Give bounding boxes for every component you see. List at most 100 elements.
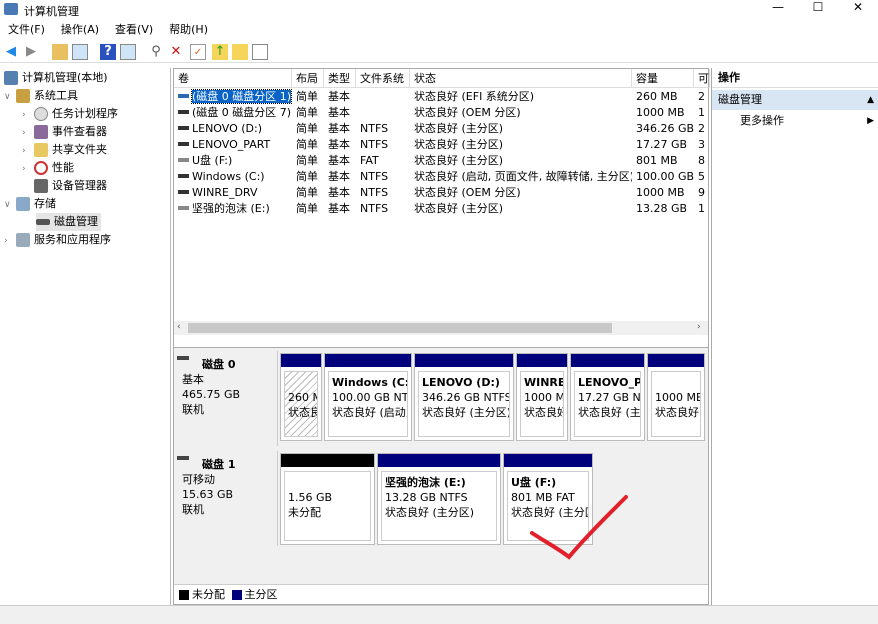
menu-view[interactable]: 查看(V) [115, 20, 153, 40]
cell-text: 260 MB [636, 90, 678, 103]
cell: 13.28 GB [632, 201, 694, 217]
cell-text: 基本 [328, 106, 350, 119]
minimize-button[interactable]: — [758, 0, 798, 20]
import-icon[interactable]: ↑ [212, 44, 228, 60]
partition-block[interactable]: LENOVO (D:) 346.26 GB NTFS 状态良好 (主分区) [414, 353, 514, 441]
disk-type: 基本 [182, 373, 204, 386]
scrollbar-thumb[interactable] [188, 323, 612, 333]
up-folder-icon[interactable] [52, 44, 68, 60]
cell-text: 基本 [328, 122, 350, 135]
chevron-right-icon[interactable]: ▶ [867, 112, 874, 130]
tree-item-root[interactable]: 计算机管理(本地) [4, 69, 108, 87]
menu-help[interactable]: 帮助(H) [169, 20, 208, 40]
partition-block[interactable]: 1.56 GB 未分配 [280, 453, 375, 545]
tree-item-device-manager[interactable]: 设备管理器 [34, 177, 107, 195]
tree-item-services[interactable]: › 服务和应用程序 [4, 231, 111, 249]
partition-status: 状态良 [288, 406, 318, 419]
volume-row[interactable]: WINRE_DRV 简单 基本 NTFS 状态良好 (OEM 分区) 1000 MB 9 [174, 185, 710, 201]
column-header-filesystem[interactable]: 文件系统 [356, 69, 410, 88]
cell-text: 基本 [328, 202, 350, 215]
show-hide-action-pane-icon[interactable] [120, 44, 136, 60]
cell-text: 13.28 GB [636, 202, 688, 215]
partition-block[interactable]: LENOVO_PA 17.27 GB NT 状态良好 (主: [570, 353, 645, 441]
volume-row[interactable]: LENOVO_PART 简单 基本 NTFS 状态良好 (主分区) 17.27 GB 3 [174, 137, 710, 153]
actions-section-label: 磁盘管理 [718, 93, 762, 106]
chevron-right-icon[interactable]: › [22, 160, 34, 178]
tree-label: 任务计划程序 [52, 107, 118, 120]
properties-icon[interactable]: ✓ [190, 44, 206, 60]
list-view-icon[interactable] [252, 44, 268, 60]
chevron-right-icon[interactable]: › [4, 232, 16, 250]
scroll-left-icon[interactable]: ‹ [177, 322, 181, 332]
volume-row[interactable]: 坚强的泡沫 (E:) 简单 基本 NTFS 状态良好 (主分区) 13.28 GB 1 [174, 201, 710, 217]
maximize-button[interactable]: ☐ [798, 0, 838, 20]
collapse-up-icon[interactable]: ▲ [867, 90, 874, 110]
cell-text: NTFS [360, 170, 389, 183]
partition-block[interactable]: 坚强的泡沫 (E:) 13.28 GB NTFS 状态良好 (主分区) [377, 453, 501, 545]
partition-status: 状态良好 [524, 406, 564, 419]
column-header-layout[interactable]: 布局 [292, 69, 324, 88]
disk-label[interactable]: 磁盘 1 可移动 15.63 GB 联机 [175, 451, 278, 546]
column-header-status[interactable]: 状态 [410, 69, 632, 88]
horizontal-scrollbar[interactable]: ‹ › [174, 321, 708, 335]
partition-size: 346.26 GB NTFS [422, 391, 510, 404]
cell: 状态良好 (主分区) [410, 201, 632, 217]
volume-icon [178, 94, 189, 98]
tree-item-disk-management[interactable]: 磁盘管理 [36, 213, 101, 231]
menu-action[interactable]: 操作(A) [61, 20, 99, 40]
partition-block[interactable]: Windows (C:) 100.00 GB NTF 状态良好 (启动, [324, 353, 412, 441]
cell: U盘 (F:) [174, 153, 292, 169]
show-hide-tree-icon[interactable] [72, 44, 88, 60]
tree-item-task-scheduler[interactable]: › 任务计划程序 [22, 105, 118, 123]
partition-status: 未分配 [288, 506, 321, 519]
cell: (磁盘 0 磁盘分区 1) [174, 89, 292, 105]
tree-item-storage[interactable]: ∨ 存储 [4, 195, 56, 213]
cell-text: 346.26 GB [636, 122, 694, 135]
cell: 1 [694, 201, 710, 217]
menu-file[interactable]: 文件(F) [8, 20, 45, 40]
partition-title: LENOVO (D:) [422, 376, 500, 389]
column-header-capacity[interactable]: 容量 [632, 69, 694, 88]
tree-item-performance[interactable]: › 性能 [22, 159, 74, 177]
cell: 2 [694, 89, 710, 105]
column-header-free[interactable]: 可 [694, 69, 710, 88]
partition-type-bar [504, 454, 592, 467]
column-header-type[interactable]: 类型 [324, 69, 356, 88]
tree-item-shared-folders[interactable]: › 共享文件夹 [22, 141, 107, 159]
tree-item-event-viewer[interactable]: › 事件查看器 [22, 123, 107, 141]
delete-icon[interactable]: ✕ [168, 44, 184, 60]
forward-icon[interactable]: ▶ [23, 44, 39, 60]
cell-text: 简单 [296, 170, 318, 183]
cell: 1000 MB [632, 105, 694, 121]
tree-label: 性能 [52, 161, 74, 174]
chevron-right-icon[interactable]: › [22, 106, 34, 124]
back-icon[interactable]: ◀ [3, 44, 19, 60]
cell-text: Windows (C:) [192, 170, 265, 183]
search-icon[interactable] [232, 44, 248, 60]
cell: NTFS [356, 121, 410, 137]
volume-row[interactable]: (磁盘 0 磁盘分区 7) 简单 基本 状态良好 (OEM 分区) 1000 MB 1 [174, 105, 710, 121]
chevron-down-icon[interactable]: ∨ [4, 88, 16, 106]
partition-block[interactable]: WINRE_ 1000 M 状态良好 [516, 353, 568, 441]
tree-item-system-tools[interactable]: ∨ 系统工具 [4, 87, 78, 105]
volume-row[interactable]: (磁盘 0 磁盘分区 1) 简单 基本 状态良好 (EFI 系统分区) 260 MB 2 [174, 89, 710, 105]
help-icon[interactable]: ? [100, 44, 116, 60]
column-header-volume[interactable]: 卷 [174, 69, 292, 88]
more-actions-item[interactable]: 更多操作 ▶ [712, 112, 878, 130]
partition-block[interactable]: 1000 ME 状态良好 [647, 353, 705, 441]
volume-row[interactable]: U盘 (F:) 简单 基本 FAT 状态良好 (主分区) 801 MB 8 [174, 153, 710, 169]
actions-section-disk-management[interactable]: 磁盘管理 ▲ [712, 90, 878, 110]
connect-drive-icon[interactable]: ⚲ [148, 44, 164, 60]
cell: Windows (C:) [174, 169, 292, 185]
partition-block[interactable]: 260 M 状态良 [280, 353, 322, 441]
scroll-right-icon[interactable]: › [697, 322, 701, 332]
disk-label[interactable]: 磁盘 0 基本 465.75 GB 联机 [175, 351, 278, 446]
chevron-right-icon[interactable]: › [22, 124, 34, 142]
cell-text: 基本 [328, 138, 350, 151]
cell-text: WINRE_DRV [192, 186, 258, 199]
close-button[interactable]: ✕ [838, 0, 878, 20]
chevron-down-icon[interactable]: ∨ [4, 196, 16, 214]
chevron-right-icon[interactable]: › [22, 142, 34, 160]
volume-row[interactable]: Windows (C:) 简单 基本 NTFS 状态良好 (启动, 页面文件, 故障转储… [174, 169, 710, 185]
volume-row[interactable]: LENOVO (D:) 简单 基本 NTFS 状态良好 (主分区) 346.26 GB 2 [174, 121, 710, 137]
